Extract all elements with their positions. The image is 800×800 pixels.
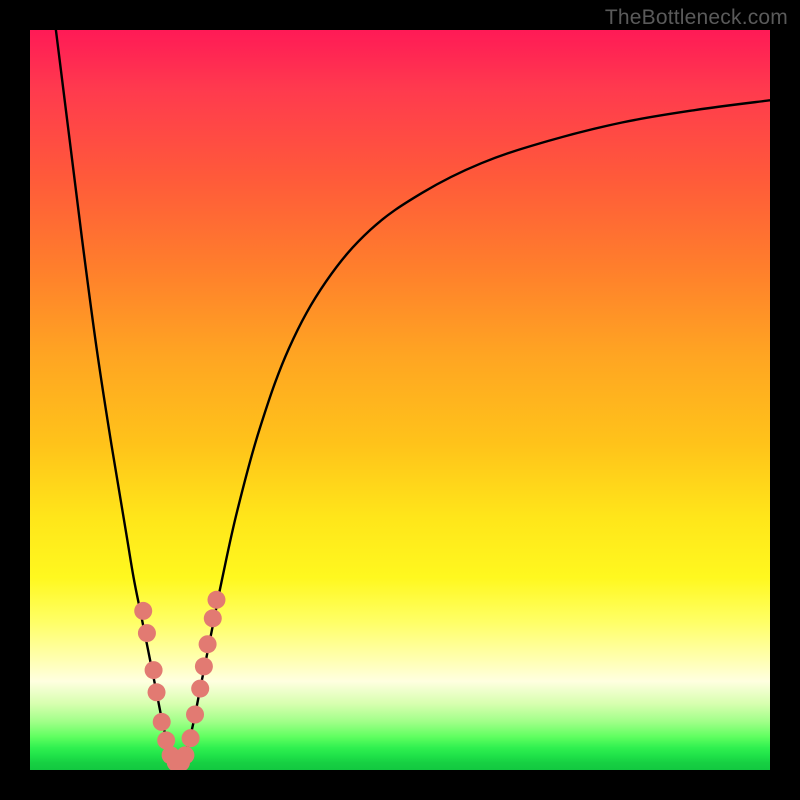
plot-area [30, 30, 770, 770]
marker-point [195, 657, 213, 675]
watermark-text: TheBottleneck.com [605, 6, 788, 30]
data-markers [134, 591, 225, 770]
marker-point [138, 624, 156, 642]
curve-layer [30, 30, 770, 770]
marker-point [204, 609, 222, 627]
marker-point [186, 706, 204, 724]
curve-left-branch [56, 30, 171, 755]
marker-point [199, 635, 217, 653]
marker-point [207, 591, 225, 609]
marker-point [182, 729, 200, 747]
bottleneck-curves [56, 30, 770, 765]
marker-point [145, 661, 163, 679]
marker-point [176, 746, 194, 764]
marker-point [134, 602, 152, 620]
curve-right-branch [185, 100, 770, 755]
marker-point [148, 683, 166, 701]
marker-point [191, 680, 209, 698]
marker-point [153, 713, 171, 731]
chart-frame: TheBottleneck.com [0, 0, 800, 800]
